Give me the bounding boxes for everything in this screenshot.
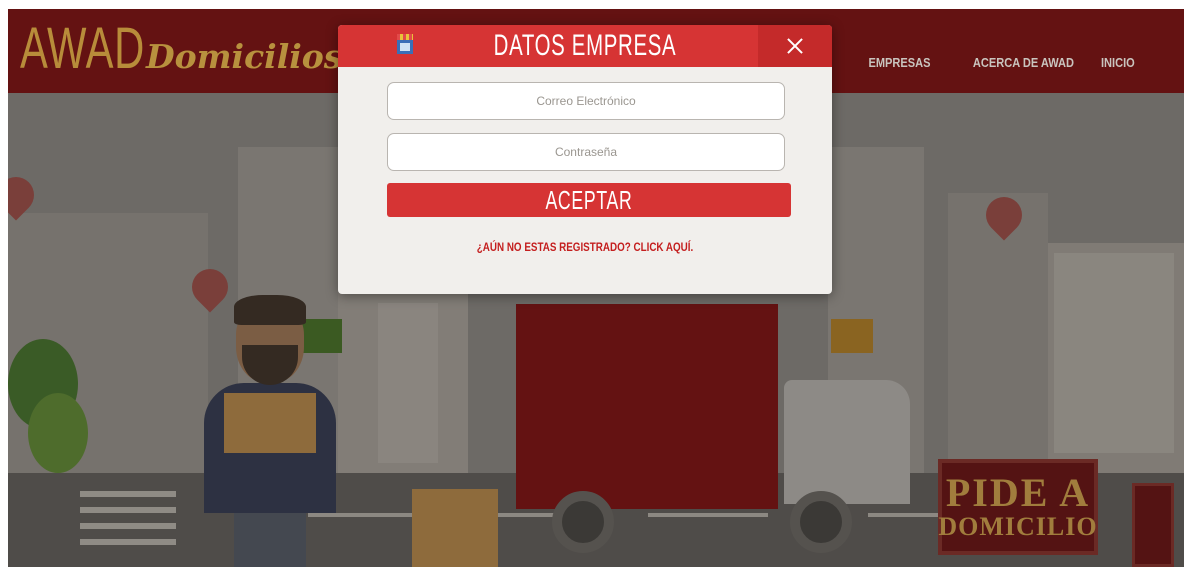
crosswalk-stripe — [80, 507, 176, 513]
register-link[interactable]: ¿AÚN NO ESTAS REGISTRADO? CLICK AQUÍ. — [338, 240, 832, 254]
building-windows — [1054, 253, 1174, 453]
orange-awning — [831, 319, 873, 353]
tree — [28, 393, 88, 473]
package-box — [224, 393, 316, 453]
truck-wheel — [790, 491, 852, 553]
nav-item-inicio[interactable]: INICIO — [1101, 55, 1135, 70]
sign-line-2: DOMICILIO — [938, 512, 1098, 541]
menu-board — [1132, 483, 1174, 567]
modal-header: DATOS EMPRESA — [338, 25, 832, 67]
register-link-text: ¿AÚN NO ESTAS REGISTRADO? CLICK AQUÍ. — [476, 240, 694, 254]
sign-line-1: PIDE A — [945, 470, 1091, 515]
nav-item-acerca[interactable]: ACERCA DE AWAD — [973, 55, 1074, 70]
truck-cab — [784, 380, 910, 504]
delivery-person-hair — [234, 295, 306, 325]
crosswalk-stripe — [80, 491, 176, 497]
lane-marking — [648, 513, 768, 517]
crosswalk-stripe — [80, 539, 176, 545]
page-stage: AWAD Domicilios S EMPRESAS ACERCA DE AWA… — [8, 9, 1184, 567]
delivery-person-legs — [234, 513, 306, 567]
truck-wheel — [552, 491, 614, 553]
store-icon — [397, 34, 413, 54]
pide-a-domicilio-sign: PIDE A DOMICILIO — [938, 459, 1098, 555]
logo-awad-text: AWAD — [20, 16, 146, 81]
close-icon — [786, 37, 804, 55]
password-field[interactable] — [387, 133, 785, 171]
site-logo[interactable]: AWAD Domicilios — [20, 15, 342, 85]
accept-button[interactable]: ACEPTAR — [387, 183, 791, 217]
crosswalk-stripe — [80, 523, 176, 529]
logo-domicilios-text: Domicilios — [146, 37, 343, 76]
package-box — [412, 489, 498, 567]
close-button[interactable] — [758, 25, 832, 67]
modal-title: DATOS EMPRESA — [493, 29, 677, 62]
building-windows — [378, 303, 438, 463]
nav-item-empresas[interactable]: EMPRESAS — [868, 55, 930, 70]
email-field[interactable] — [387, 82, 785, 120]
company-login-modal: DATOS EMPRESA ACEPTAR ¿AÚN NO ESTAS REGI… — [338, 25, 832, 294]
truck-container — [516, 304, 778, 509]
accept-button-label: ACEPTAR — [545, 185, 633, 215]
